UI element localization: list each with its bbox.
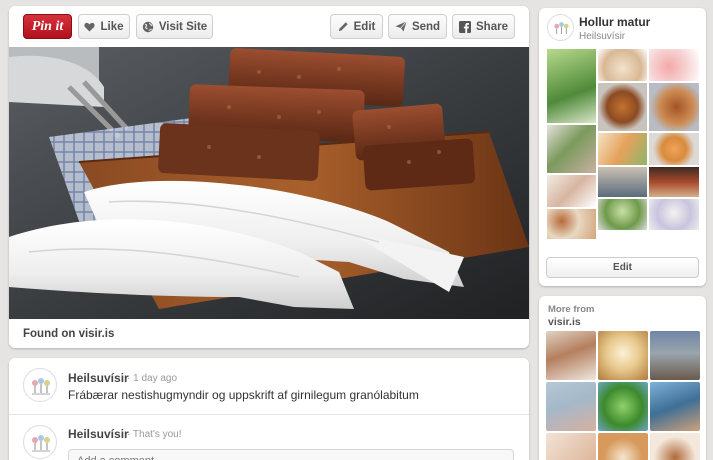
more-from-label: More from — [548, 304, 595, 315]
board-thumbnail[interactable] — [648, 198, 700, 231]
comment-author[interactable]: Heilsuvísir — [68, 371, 129, 385]
pin-it-button[interactable]: Pin it — [23, 14, 72, 39]
board-thumbnail[interactable] — [597, 82, 648, 132]
board-thumbnail[interactable] — [597, 48, 648, 82]
more-thumbnail[interactable] — [546, 331, 596, 380]
send-label: Send — [411, 20, 441, 33]
more-thumbnail[interactable] — [650, 331, 700, 380]
current-user-avatar[interactable] — [23, 425, 57, 459]
board-card: Hollur matur Heilsuvísir Edit — [539, 8, 706, 286]
like-button[interactable]: Like — [78, 14, 130, 39]
comment-item: Heilsuvísir · 1 day ago Frábærar nestish… — [9, 358, 529, 414]
board-thumbnail[interactable] — [546, 174, 597, 208]
board-edit-button[interactable]: Edit — [546, 257, 699, 278]
more-thumbnail[interactable] — [650, 382, 700, 431]
more-thumbnail[interactable] — [546, 382, 596, 431]
board-thumbnail[interactable] — [546, 48, 597, 124]
found-on-source[interactable]: Found on visir.is — [23, 328, 114, 340]
more-from-source[interactable]: visir.is — [548, 316, 581, 328]
board-name[interactable]: Hollur matur — [579, 15, 650, 29]
comment-time: · 1 day ago — [127, 373, 178, 384]
like-label: Like — [100, 20, 124, 33]
board-thumbnail[interactable] — [648, 132, 700, 166]
board-thumbnail[interactable] — [597, 198, 648, 231]
board-thumbnail[interactable] — [597, 166, 648, 198]
board-thumbnail[interactable] — [546, 124, 597, 174]
pencil-icon — [338, 21, 349, 32]
more-from-card: More from visir.is — [539, 296, 706, 460]
facebook-icon — [459, 20, 472, 33]
board-thumbnail[interactable] — [546, 208, 597, 240]
share-button[interactable]: Share — [452, 14, 515, 39]
board-thumbnail-grid[interactable] — [546, 48, 700, 240]
board-owner[interactable]: Heilsuvísir — [579, 31, 625, 42]
board-thumbnail[interactable] — [648, 166, 700, 198]
commenter-avatar[interactable] — [23, 368, 57, 402]
current-user-name[interactable]: Heilsuvísir — [68, 427, 129, 441]
pin-toolbar: Pin it Like Visit Site Edit Send Share — [9, 6, 529, 47]
board-thumbnail[interactable] — [648, 82, 700, 132]
send-button[interactable]: Send — [388, 14, 447, 39]
edit-label: Edit — [353, 20, 376, 33]
current-user-note: · That's you! — [127, 429, 182, 440]
board-owner-avatar[interactable] — [547, 14, 574, 41]
more-thumbnail[interactable] — [546, 433, 596, 460]
more-thumbnail[interactable] — [598, 382, 648, 431]
granola-bars-photo — [9, 47, 529, 319]
comment-text: Frábærar nestishugmyndir og uppskrift af… — [68, 388, 419, 402]
pin-it-label: Pin it — [31, 18, 64, 34]
more-thumbnail[interactable] — [598, 331, 648, 380]
globe-icon — [142, 21, 154, 33]
pin-card: Pin it Like Visit Site Edit Send Share F… — [9, 6, 529, 348]
visit-site-label: Visit Site — [158, 20, 208, 33]
board-thumbnail[interactable] — [648, 48, 700, 82]
comments-card: Heilsuvísir · 1 day ago Frábærar nestish… — [9, 358, 529, 460]
visit-site-button[interactable]: Visit Site — [136, 14, 213, 39]
paper-plane-icon — [395, 21, 407, 32]
pin-image[interactable] — [9, 47, 529, 319]
heart-icon — [84, 22, 96, 32]
edit-button[interactable]: Edit — [330, 14, 383, 39]
more-thumbnail[interactable] — [598, 433, 648, 460]
more-thumbnail[interactable] — [650, 433, 700, 460]
share-label: Share — [476, 20, 508, 33]
comment-input[interactable] — [68, 449, 514, 460]
board-thumbnail[interactable] — [597, 132, 648, 166]
